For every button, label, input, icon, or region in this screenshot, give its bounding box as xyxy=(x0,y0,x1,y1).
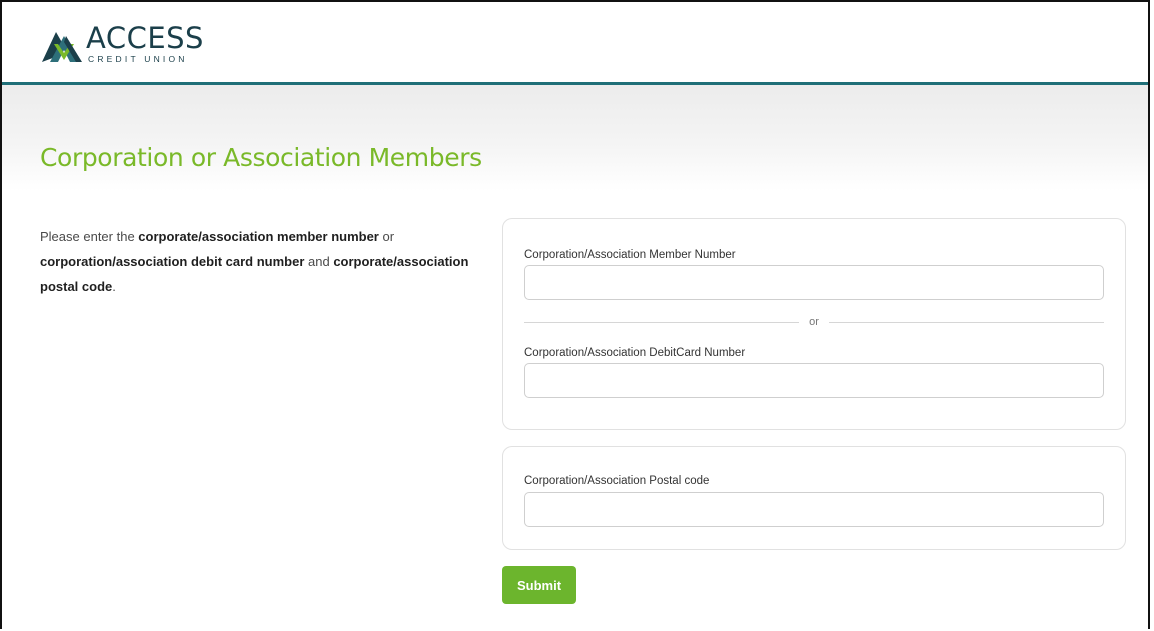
access-logo-icon xyxy=(42,32,82,62)
brand-name: ACCESS xyxy=(86,21,204,56)
instructions-text-part: or xyxy=(378,229,395,244)
submit-button[interactable]: Submit xyxy=(502,566,576,604)
site-header: ACCESS CREDIT UNION xyxy=(2,2,1148,85)
instructions-text-part: Please enter the xyxy=(40,229,139,244)
member-or-card-panel: Corporation/Association Member Number or… xyxy=(502,218,1126,430)
brand-wordmark: ACCESS CREDIT UNION xyxy=(86,24,204,64)
postal-code-panel: Corporation/Association Postal code xyxy=(502,446,1126,550)
instructions-text: Please enter the corporate/association m… xyxy=(40,224,480,299)
debit-card-input[interactable] xyxy=(524,363,1104,398)
divider-line xyxy=(828,321,1104,323)
postal-code-label: Corporation/Association Postal code xyxy=(524,475,710,487)
instructions-bold-debit-card: corporation/association debit card numbe… xyxy=(40,254,305,269)
title-band: Corporation or Association Members xyxy=(2,85,1148,191)
page-title: Corporation or Association Members xyxy=(40,143,482,172)
divider-or-text: or xyxy=(809,316,819,328)
postal-code-input[interactable] xyxy=(524,492,1104,527)
member-number-input[interactable] xyxy=(524,265,1104,300)
member-number-label: Corporation/Association Member Number xyxy=(524,249,736,261)
divider-line xyxy=(524,321,800,323)
debit-card-label: Corporation/Association DebitCard Number xyxy=(524,347,746,359)
brand-logo[interactable]: ACCESS CREDIT UNION xyxy=(40,22,204,66)
instructions-bold-member-number: corporate/association member number xyxy=(138,229,379,244)
instructions-text-part: and xyxy=(304,254,334,269)
instructions-text-part: . xyxy=(112,279,116,294)
page-frame: ACCESS CREDIT UNION Corporation or Assoc… xyxy=(0,0,1150,629)
brand-tagline: CREDIT UNION xyxy=(88,54,188,65)
or-divider: or xyxy=(524,316,1104,328)
